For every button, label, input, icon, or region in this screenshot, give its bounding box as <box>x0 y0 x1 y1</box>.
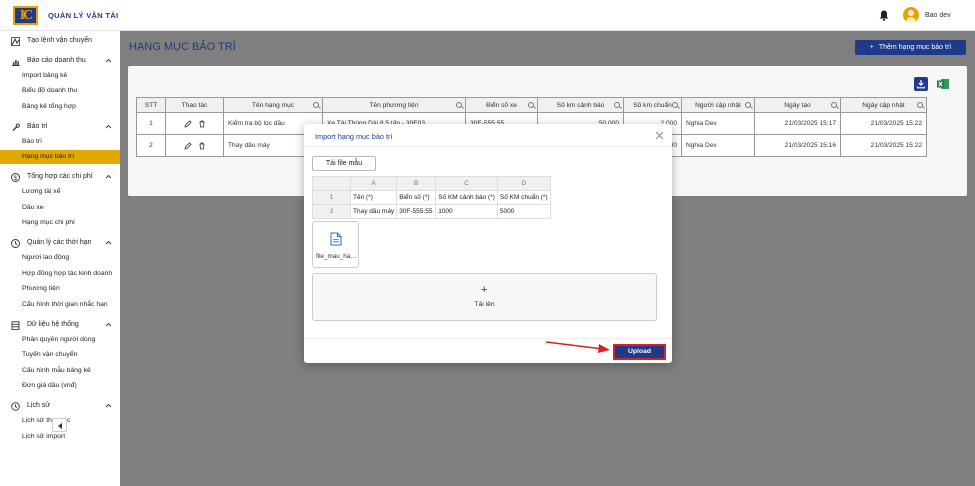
sheet-row-number: 2 <box>312 204 351 219</box>
annotation-arrow-icon <box>545 341 610 353</box>
upload-dropzone[interactable]: + Tải lên <box>312 273 657 321</box>
sheet-cell: Biển số (*) <box>396 190 437 205</box>
upload-button[interactable]: Upload <box>613 344 666 360</box>
sheet-column-letter: A <box>349 176 398 191</box>
app-root: IC QUẢN LÝ VẬN TẢI Bao dev Tạo lệnh vận … <box>0 0 975 486</box>
close-icon[interactable] <box>655 131 664 140</box>
file-card[interactable]: file_mau_hang_muc_bao_tri.xlsx <box>312 221 359 268</box>
sheet-cell: Số KM chuẩn (*) <box>496 190 551 205</box>
template-preview-sheet: A B C D 1 Tên (*) Biển số (*) Số KM cảnh báo (*… <box>312 176 551 219</box>
modal-footer-divider <box>304 338 672 339</box>
sheet-cell: 5000 <box>496 204 551 219</box>
file-name: file_mau_hang_muc_bao_tri.xlsx <box>316 253 357 260</box>
sheet-cell: Số KM cảnh báo (*) <box>435 190 498 205</box>
import-modal: Import hạng mục bảo trì Tải file mẫu ABC… <box>304 124 672 363</box>
modal-title: Import hạng mục bảo trì <box>315 132 393 141</box>
sheet-row-number: 1 <box>312 190 351 205</box>
sheet-column-letter: D <box>496 176 551 191</box>
file-icon <box>330 232 342 246</box>
sheet-cell: 30F-555.55 <box>396 204 437 219</box>
sheet-row: 2 Thay dầu máy 30F-555.55 1000 5000 <box>312 204 551 219</box>
plus-icon: + <box>481 284 488 296</box>
dropzone-label: Tải lên <box>474 301 495 308</box>
sheet-cell: Tên (*) <box>349 190 398 205</box>
sheet-column-letter: C <box>435 176 498 191</box>
modal-divider <box>304 146 672 147</box>
sheet-row: 1 Tên (*) Biển số (*) Số KM cảnh báo (*) Số … <box>312 190 551 205</box>
sheet-column-letter: B <box>396 176 437 191</box>
download-template-button[interactable]: Tải file mẫu <box>312 156 376 171</box>
sheet-header-row: ABCD <box>312 176 551 191</box>
sheet-cell: Thay dầu máy <box>349 204 398 219</box>
sheet-corner <box>312 176 351 191</box>
sheet-cell: 1000 <box>435 204 498 219</box>
